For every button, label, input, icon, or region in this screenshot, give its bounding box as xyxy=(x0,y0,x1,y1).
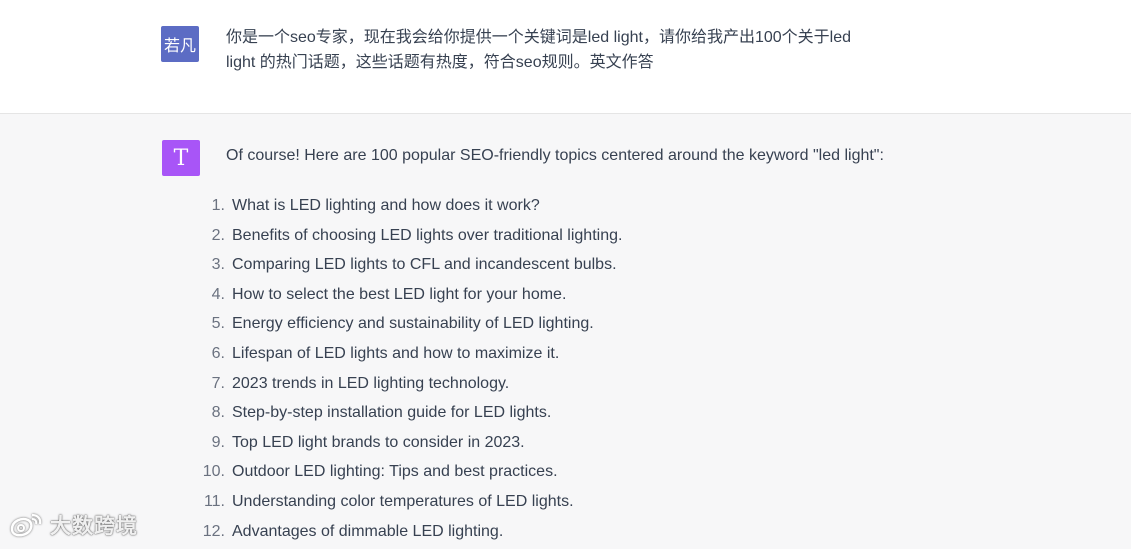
topic-number: 12. xyxy=(202,522,225,540)
topic-number: 2. xyxy=(211,226,225,244)
weibo-logo-icon xyxy=(10,513,42,537)
topic-text: Advantages of dimmable LED lighting. xyxy=(232,522,504,540)
topic-number: 1. xyxy=(211,197,225,214)
topic-number: 10. xyxy=(202,463,225,481)
topic-text: What is LED lighting and how does it wor… xyxy=(232,197,540,214)
topic-text: Benefits of choosing LED lights over tra… xyxy=(232,226,623,244)
topic-text: Step-by-step installation guide for LED … xyxy=(232,404,552,422)
topic-number: 11. xyxy=(203,492,225,510)
user-avatar: 若凡 xyxy=(161,26,199,62)
assistant-avatar: T xyxy=(162,140,200,176)
topic-number: 3. xyxy=(211,256,225,274)
watermark: 大数跨境 xyxy=(8,510,138,540)
assistant-intro-text: Of course! Here are 100 popular SEO-frie… xyxy=(226,147,884,164)
topic-number: 9. xyxy=(211,433,225,451)
topic-text: 2023 trends in LED lighting technology. xyxy=(232,374,510,392)
user-prompt-line-1: 你是一个seo专家，现在我会给你提供一个关键词是led light，请你给我产出… xyxy=(226,29,851,46)
watermark-text: 大数跨境 xyxy=(50,515,138,538)
topic-text: Outdoor LED lighting: Tips and best prac… xyxy=(232,463,558,481)
topic-text: Lifespan of LED lights and how to maximi… xyxy=(232,344,560,362)
topic-number: 4. xyxy=(211,285,225,303)
topic-text: How to select the best LED light for you… xyxy=(232,285,567,303)
topic-text: Top LED light brands to consider in 2023… xyxy=(232,433,525,451)
user-message-row: 若凡 你是一个seo专家，现在我会给你提供一个关键词是led light，请你给… xyxy=(0,0,1131,114)
topic-text: Energy efficiency and sustainability of … xyxy=(232,315,594,333)
topic-number: 6. xyxy=(211,344,225,362)
topic-text: Understanding color temperatures of LED … xyxy=(232,492,574,510)
topic-number: 7. xyxy=(211,374,225,392)
topic-number: 5. xyxy=(211,315,225,333)
user-prompt-text: 你是一个seo专家，现在我会给你提供一个关键词是led light，请你给我产出… xyxy=(226,25,906,75)
user-prompt-line-2: light 的热门话题，这些话题有热度，符合seo规则。英文作答 xyxy=(226,54,654,71)
topic-text: Comparing LED lights to CFL and incandes… xyxy=(232,256,617,274)
topic-number: 8. xyxy=(211,404,225,422)
